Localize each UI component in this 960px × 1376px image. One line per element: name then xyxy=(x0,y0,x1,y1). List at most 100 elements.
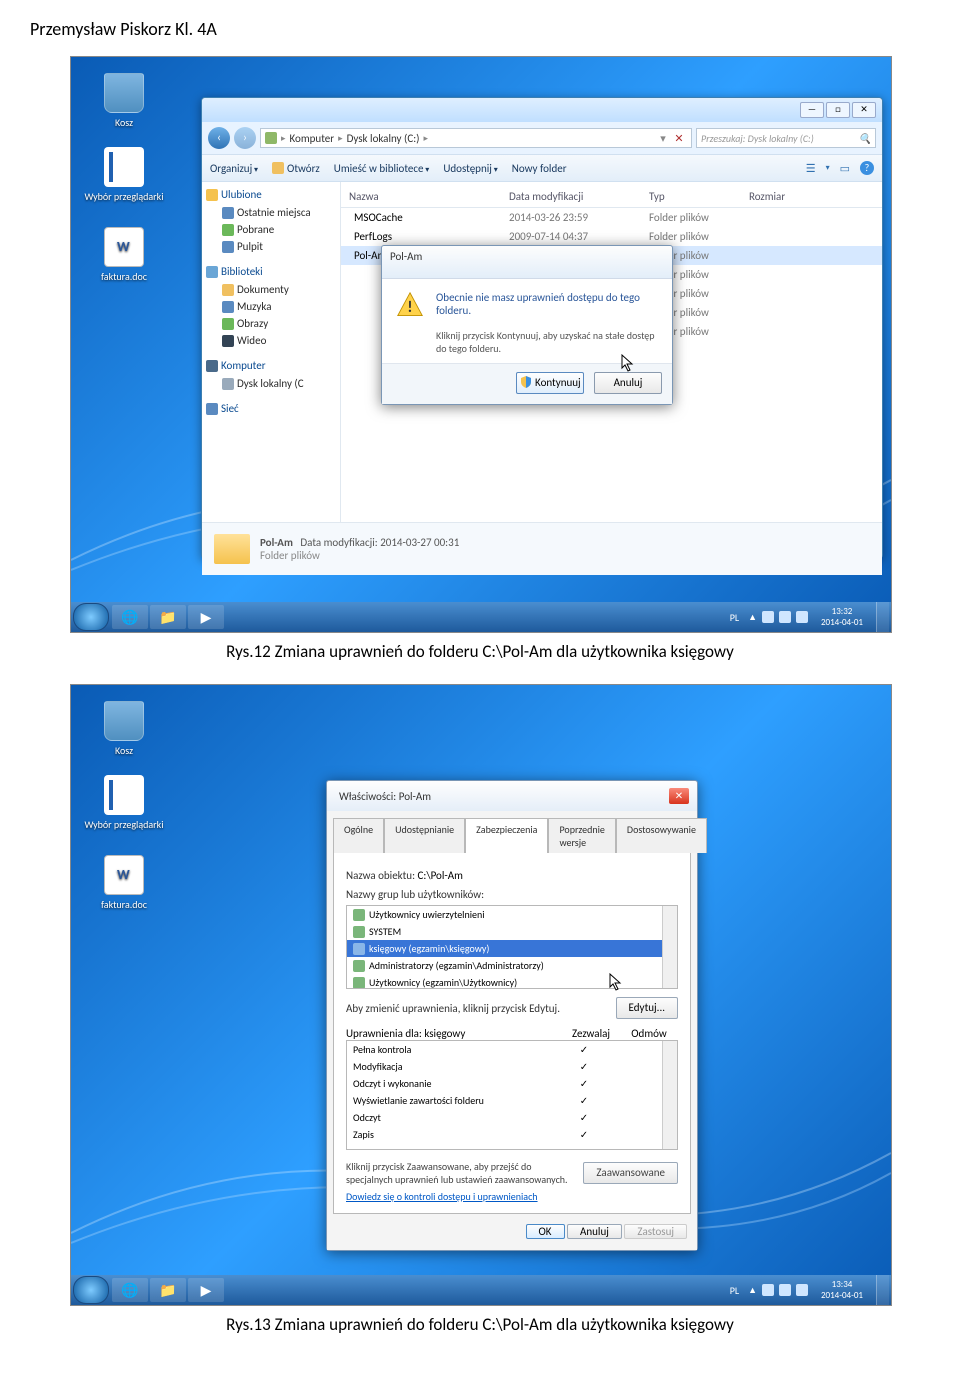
nav-item[interactable]: Pulpit xyxy=(206,238,336,255)
breadcrumb-seg[interactable]: Dysk lokalny (C:) xyxy=(347,132,420,145)
permission-row: Pełna kontrola✓ xyxy=(347,1041,677,1058)
group-item[interactable]: księgowy (egzamin\księgowy) xyxy=(347,940,677,957)
col-date[interactable]: Data modyfikacji xyxy=(509,190,649,203)
nav-item[interactable]: Obrazy xyxy=(206,315,336,332)
show-desktop[interactable] xyxy=(876,1275,889,1305)
tray-up-icon[interactable]: ▲ xyxy=(748,1285,757,1296)
desktop-icon-kosz[interactable]: Kosz xyxy=(79,73,169,129)
help-icon[interactable]: ? xyxy=(860,161,874,175)
breadcrumb-seg[interactable]: Komputer xyxy=(290,132,335,145)
desktop-icon-kosz[interactable]: Kosz xyxy=(79,701,169,757)
tray-flag-icon[interactable] xyxy=(762,611,774,623)
cancel-button[interactable]: Anuluj xyxy=(567,1224,622,1239)
window-close[interactable]: ✕ xyxy=(852,102,876,118)
tab-udostępnianie[interactable]: Udostępnianie xyxy=(384,818,465,853)
nav-lib[interactable]: Biblioteki xyxy=(206,265,336,278)
scrollbar[interactable] xyxy=(662,906,677,988)
user-icon xyxy=(353,926,365,938)
dialog-title[interactable]: Pol-Am xyxy=(382,246,672,279)
tab-dostosowywanie[interactable]: Dostosowywanie xyxy=(616,818,707,853)
edit-button[interactable]: Edytuj... xyxy=(616,997,678,1019)
user-icon xyxy=(353,943,365,955)
taskbar-explorer[interactable]: 📁 xyxy=(150,605,186,629)
scrollbar[interactable] xyxy=(662,1041,677,1149)
window-titlebar[interactable]: — □ ✕ xyxy=(202,98,882,122)
taskbar-media[interactable]: ▶ xyxy=(188,1278,224,1302)
tab-zabezpieczenia[interactable]: Zabezpieczenia xyxy=(465,818,548,853)
tray-volume-icon[interactable] xyxy=(796,1284,808,1296)
close-icon[interactable]: ✕ xyxy=(669,788,689,804)
nav-forward[interactable]: › xyxy=(234,127,256,149)
nav-item[interactable]: Muzyka xyxy=(206,298,336,315)
continue-button[interactable]: Kontynuuj xyxy=(516,372,584,394)
file-row[interactable]: PerfLogs2009-07-14 04:37Folder plików xyxy=(341,227,882,246)
taskbar[interactable]: 🌐 📁 ▶ PL ▲ 13:322014-04-01 xyxy=(71,602,891,632)
tray-up-icon[interactable]: ▲ xyxy=(748,612,757,623)
taskbar-explorer[interactable]: 📁 xyxy=(150,1278,186,1302)
tray-flag-icon[interactable] xyxy=(762,1284,774,1296)
nav-fav[interactable]: Ulubione xyxy=(206,188,336,201)
toolbar-library[interactable]: Umieść w bibliotece xyxy=(334,162,430,175)
user-icon xyxy=(353,909,365,921)
tray-network-icon[interactable] xyxy=(779,611,791,623)
ok-button[interactable]: OK xyxy=(526,1224,565,1239)
group-item[interactable]: Administratorzy (egzamin\Administratorzy… xyxy=(347,957,677,974)
nav-item[interactable]: Pobrane xyxy=(206,221,336,238)
desktop-icon-wybor[interactable]: Wybór przeglądarki xyxy=(79,775,169,831)
taskbar-ie[interactable]: 🌐 xyxy=(112,605,148,629)
toolbar-newfolder[interactable]: Nowy folder xyxy=(512,162,567,175)
properties-dialog: Właściwości: Pol-Am ✕ OgólneUdostępniani… xyxy=(326,780,698,1251)
group-item[interactable]: Użytkownicy (egzamin\Użytkownicy) xyxy=(347,974,677,989)
learn-link[interactable]: Dowiedz się o kontroli dostępu i uprawni… xyxy=(346,1190,538,1203)
start-button[interactable] xyxy=(73,1276,109,1304)
taskbar[interactable]: 🌐 📁 ▶ PL ▲ 13:342014-04-01 xyxy=(71,1275,891,1305)
view-menu-icon[interactable]: ☰ xyxy=(806,162,816,175)
toolbar-open[interactable]: Otwórz xyxy=(272,162,320,175)
cursor-icon xyxy=(621,354,635,372)
permissions-listbox[interactable]: Pełna kontrola✓Modyfikacja✓Odczyt i wyko… xyxy=(346,1040,678,1150)
desktop-icon-faktura[interactable]: faktura.doc xyxy=(79,855,169,911)
show-desktop[interactable] xyxy=(876,602,889,632)
toolbar-share[interactable]: Udostępnij xyxy=(443,162,497,175)
advanced-button[interactable]: Zaawansowane xyxy=(583,1162,678,1184)
address-clear[interactable]: ✕ xyxy=(671,132,687,145)
file-row[interactable]: MSOCache2014-03-26 23:59Folder plików xyxy=(341,208,882,227)
group-item[interactable]: SYSTEM xyxy=(347,923,677,940)
desktop-icon-wybor[interactable]: Wybór przeglądarki xyxy=(79,147,169,203)
window-maximize[interactable]: □ xyxy=(826,102,850,118)
nav-net[interactable]: Sieć xyxy=(206,402,336,415)
properties-titlebar[interactable]: Właściwości: Pol-Am ✕ xyxy=(327,781,697,811)
tab-poprzednie wersje[interactable]: Poprzednie wersje xyxy=(548,818,615,853)
taskbar-media[interactable]: ▶ xyxy=(188,605,224,629)
nav-item[interactable]: Ostatnie miejsca xyxy=(206,204,336,221)
column-headers[interactable]: Nazwa Data modyfikacji Typ Rozmiar xyxy=(341,186,882,208)
col-size[interactable]: Rozmiar xyxy=(749,190,809,203)
search-icon: 🔍 xyxy=(859,132,871,145)
start-button[interactable] xyxy=(73,603,109,631)
tray-network-icon[interactable] xyxy=(779,1284,791,1296)
window-minimize[interactable]: — xyxy=(800,102,824,118)
nav-back[interactable]: ‹ xyxy=(208,127,230,149)
tray-lang[interactable]: PL xyxy=(726,611,743,624)
tray-volume-icon[interactable] xyxy=(796,611,808,623)
toolbar-organize[interactable]: Organizuj xyxy=(210,162,258,175)
tab-ogólne[interactable]: Ogólne xyxy=(333,818,384,853)
apply-button[interactable]: Zastosuj xyxy=(624,1224,687,1239)
tray-clock[interactable]: 13:322014-04-01 xyxy=(813,603,871,631)
address-bar[interactable]: ▸ Komputer ▸ Dysk lokalny (C:) ▸ ▾✕ xyxy=(260,128,692,148)
group-item[interactable]: Użytkownicy uwierzytelnieni xyxy=(347,906,677,923)
tray-lang[interactable]: PL xyxy=(726,1284,743,1297)
nav-item[interactable]: Dokumenty xyxy=(206,281,336,298)
col-type[interactable]: Typ xyxy=(649,190,749,203)
search-input[interactable]: Przeszukaj: Dysk lokalny (C:)🔍 xyxy=(696,128,876,148)
nav-item[interactable]: Dysk lokalny (C xyxy=(206,375,336,392)
preview-pane-icon[interactable]: ▭ xyxy=(840,162,850,175)
nav-comp[interactable]: Komputer xyxy=(206,359,336,372)
taskbar-ie[interactable]: 🌐 xyxy=(112,1278,148,1302)
tray-clock[interactable]: 13:342014-04-01 xyxy=(813,1276,871,1304)
col-name[interactable]: Nazwa xyxy=(349,190,509,203)
nav-item[interactable]: Wideo xyxy=(206,332,336,349)
groups-listbox[interactable]: Użytkownicy uwierzytelnieniSYSTEMksięgow… xyxy=(346,905,678,989)
cancel-button[interactable]: Anuluj xyxy=(594,372,662,394)
desktop-icon-faktura[interactable]: faktura.doc xyxy=(79,227,169,283)
